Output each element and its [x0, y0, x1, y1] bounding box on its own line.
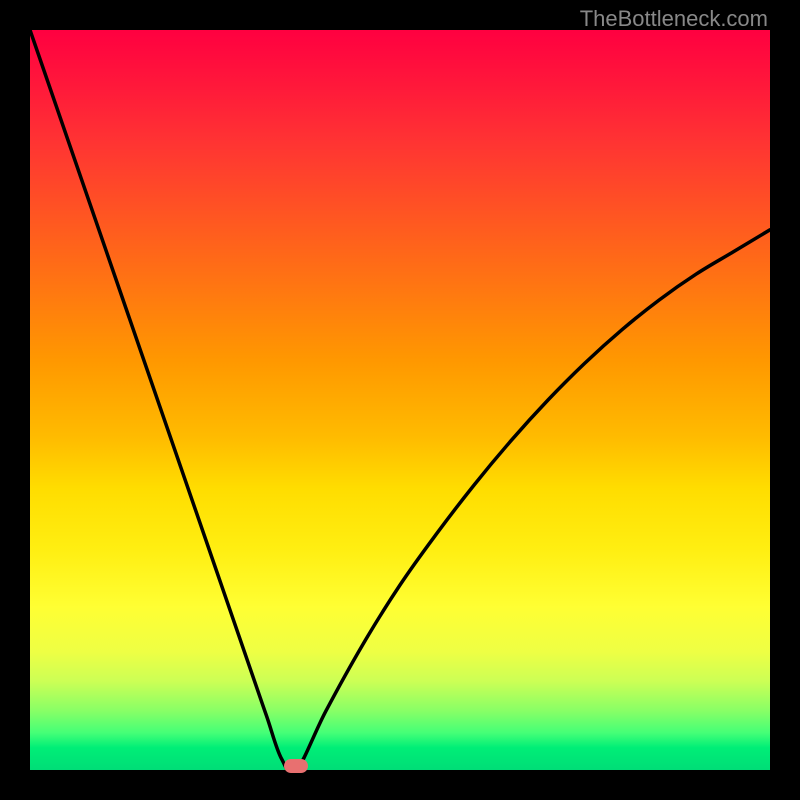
chart-container: TheBottleneck.com	[0, 0, 800, 800]
optimum-marker	[284, 759, 308, 773]
plot-area	[30, 30, 770, 770]
curve-svg	[30, 30, 770, 770]
bottleneck-curve	[30, 30, 770, 770]
watermark-text: TheBottleneck.com	[580, 6, 768, 32]
